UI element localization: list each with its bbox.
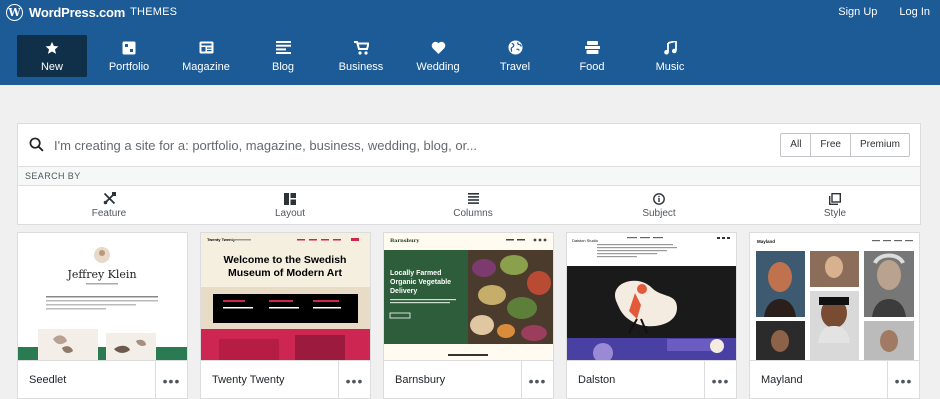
theme-card-footer: Dalston ••• bbox=[567, 360, 736, 398]
category-music[interactable]: Music bbox=[635, 35, 705, 77]
heart-icon bbox=[431, 40, 446, 56]
magazine-icon bbox=[199, 40, 214, 56]
more-options-icon[interactable]: ••• bbox=[704, 361, 736, 398]
category-label: Magazine bbox=[182, 60, 230, 73]
category-label: Blog bbox=[271, 60, 295, 73]
theme-card-seedlet[interactable]: Jeffrey Klein Seedlet ••• bbox=[17, 232, 188, 399]
blog-icon bbox=[275, 40, 291, 56]
search-by-filters: Feature Layout Columns Subject Style bbox=[17, 185, 921, 225]
theme-card-mayland[interactable]: Mayland Mayland ••• bbox=[749, 232, 920, 399]
category-business[interactable]: Business bbox=[326, 35, 396, 77]
tier-premium[interactable]: Premium bbox=[849, 134, 909, 156]
theme-name[interactable]: Twenty Twenty bbox=[212, 374, 285, 386]
music-icon bbox=[663, 40, 677, 56]
columns-icon bbox=[467, 192, 479, 205]
more-options-icon[interactable]: ••• bbox=[521, 361, 553, 398]
preview-site-name: Mayland bbox=[757, 239, 775, 244]
filter-label: Layout bbox=[274, 208, 306, 219]
filter-feature[interactable]: Feature bbox=[49, 192, 169, 219]
theme-card-footer: Twenty Twenty ••• bbox=[201, 360, 370, 398]
tier-free[interactable]: Free bbox=[810, 134, 850, 156]
theme-card-footer: Barnsbury ••• bbox=[384, 360, 553, 398]
category-label: Business bbox=[338, 60, 384, 73]
theme-name[interactable]: Seedlet bbox=[29, 374, 66, 386]
brand-section: THEMES bbox=[130, 6, 178, 18]
category-label: Travel bbox=[499, 60, 531, 73]
tools-icon bbox=[103, 192, 116, 205]
search-icon[interactable] bbox=[29, 137, 44, 157]
theme-screenshot[interactable]: Jeffrey Klein bbox=[18, 233, 187, 360]
category-bar: New Portfolio Magazine Blog Business Wed… bbox=[0, 24, 940, 85]
theme-card-footer: Mayland ••• bbox=[750, 360, 919, 398]
theme-screenshot[interactable]: Twenty Twenty Welcome to the Swedish Mus… bbox=[201, 233, 370, 360]
portfolio-icon bbox=[122, 40, 136, 56]
category-new[interactable]: New bbox=[17, 35, 87, 77]
search-by-heading: SEARCH BY bbox=[17, 166, 921, 185]
layout-icon bbox=[284, 192, 296, 205]
filter-style[interactable]: Style bbox=[775, 192, 895, 219]
more-options-icon[interactable]: ••• bbox=[155, 361, 187, 398]
style-icon bbox=[829, 192, 841, 205]
wordpress-logo-icon: W bbox=[6, 3, 23, 21]
svg-text:Welcome to the Swedish: Welcome to the Swedish bbox=[224, 254, 347, 266]
category-wedding[interactable]: Wedding bbox=[403, 35, 473, 77]
svg-text:Organic Vegetable: Organic Vegetable bbox=[390, 279, 451, 286]
category-label: Food bbox=[579, 60, 605, 73]
tier-filter: All Free Premium bbox=[780, 133, 910, 157]
svg-text:Museum of Modern Art: Museum of Modern Art bbox=[228, 267, 342, 279]
theme-screenshot[interactable]: Barnsbury Locally Farmed Organic Vegetab… bbox=[384, 233, 553, 360]
theme-name[interactable]: Mayland bbox=[761, 374, 803, 386]
category-food[interactable]: Food bbox=[557, 35, 627, 77]
category-label: Music bbox=[655, 60, 685, 73]
auth-links: Sign Up Log In bbox=[816, 0, 930, 24]
food-icon bbox=[584, 40, 600, 56]
filter-layout[interactable]: Layout bbox=[230, 192, 350, 219]
theme-search: All Free Premium bbox=[17, 123, 921, 166]
category-blog[interactable]: Blog bbox=[248, 35, 318, 77]
category-magazine[interactable]: Magazine bbox=[171, 35, 241, 77]
log-in-link[interactable]: Log In bbox=[899, 6, 930, 18]
masterbar: W WordPress.com THEMES Sign Up Log In bbox=[0, 0, 940, 24]
theme-screenshot[interactable]: Mayland bbox=[750, 233, 919, 360]
filter-label: Subject bbox=[642, 208, 676, 219]
preview-title: Jeffrey Klein bbox=[66, 268, 136, 281]
filter-columns[interactable]: Columns bbox=[413, 192, 533, 219]
more-options-icon[interactable]: ••• bbox=[338, 361, 370, 398]
theme-card-footer: Seedlet ••• bbox=[18, 360, 187, 398]
svg-text:Delivery: Delivery bbox=[390, 288, 417, 295]
category-label: Wedding bbox=[416, 60, 460, 73]
globe-icon bbox=[507, 40, 523, 56]
preview-site-name: Barnsbury bbox=[390, 238, 420, 244]
theme-screenshot[interactable]: Dalston Studio bbox=[567, 233, 736, 360]
filter-subject[interactable]: Subject bbox=[599, 192, 719, 219]
theme-name[interactable]: Barnsbury bbox=[395, 374, 445, 386]
svg-text:Locally Farmed: Locally Farmed bbox=[390, 270, 441, 277]
category-portfolio[interactable]: Portfolio bbox=[94, 35, 164, 77]
category-label: New bbox=[40, 60, 63, 73]
tier-all[interactable]: All bbox=[781, 134, 810, 156]
filter-label: Style bbox=[823, 208, 847, 219]
brand[interactable]: W WordPress.com THEMES bbox=[6, 3, 178, 21]
filter-label: Feature bbox=[91, 208, 127, 219]
brand-name: WordPress.com bbox=[29, 4, 126, 20]
search-input[interactable] bbox=[54, 135, 754, 155]
category-label: Portfolio bbox=[108, 60, 150, 73]
info-icon bbox=[653, 192, 665, 205]
sign-up-link[interactable]: Sign Up bbox=[838, 6, 877, 18]
theme-card-barnsbury[interactable]: Barnsbury Locally Farmed Organic Vegetab… bbox=[383, 232, 554, 399]
star-icon bbox=[45, 40, 59, 56]
category-travel[interactable]: Travel bbox=[480, 35, 550, 77]
theme-card-twenty-twenty[interactable]: Twenty Twenty Welcome to the Swedish Mus… bbox=[200, 232, 371, 399]
more-options-icon[interactable]: ••• bbox=[887, 361, 919, 398]
cart-icon bbox=[353, 40, 369, 56]
theme-name[interactable]: Dalston bbox=[578, 374, 615, 386]
preview-site-name: Dalston Studio bbox=[572, 238, 599, 243]
filter-label: Columns bbox=[453, 208, 493, 219]
theme-card-dalston[interactable]: Dalston Studio Dalston ••• bbox=[566, 232, 737, 399]
